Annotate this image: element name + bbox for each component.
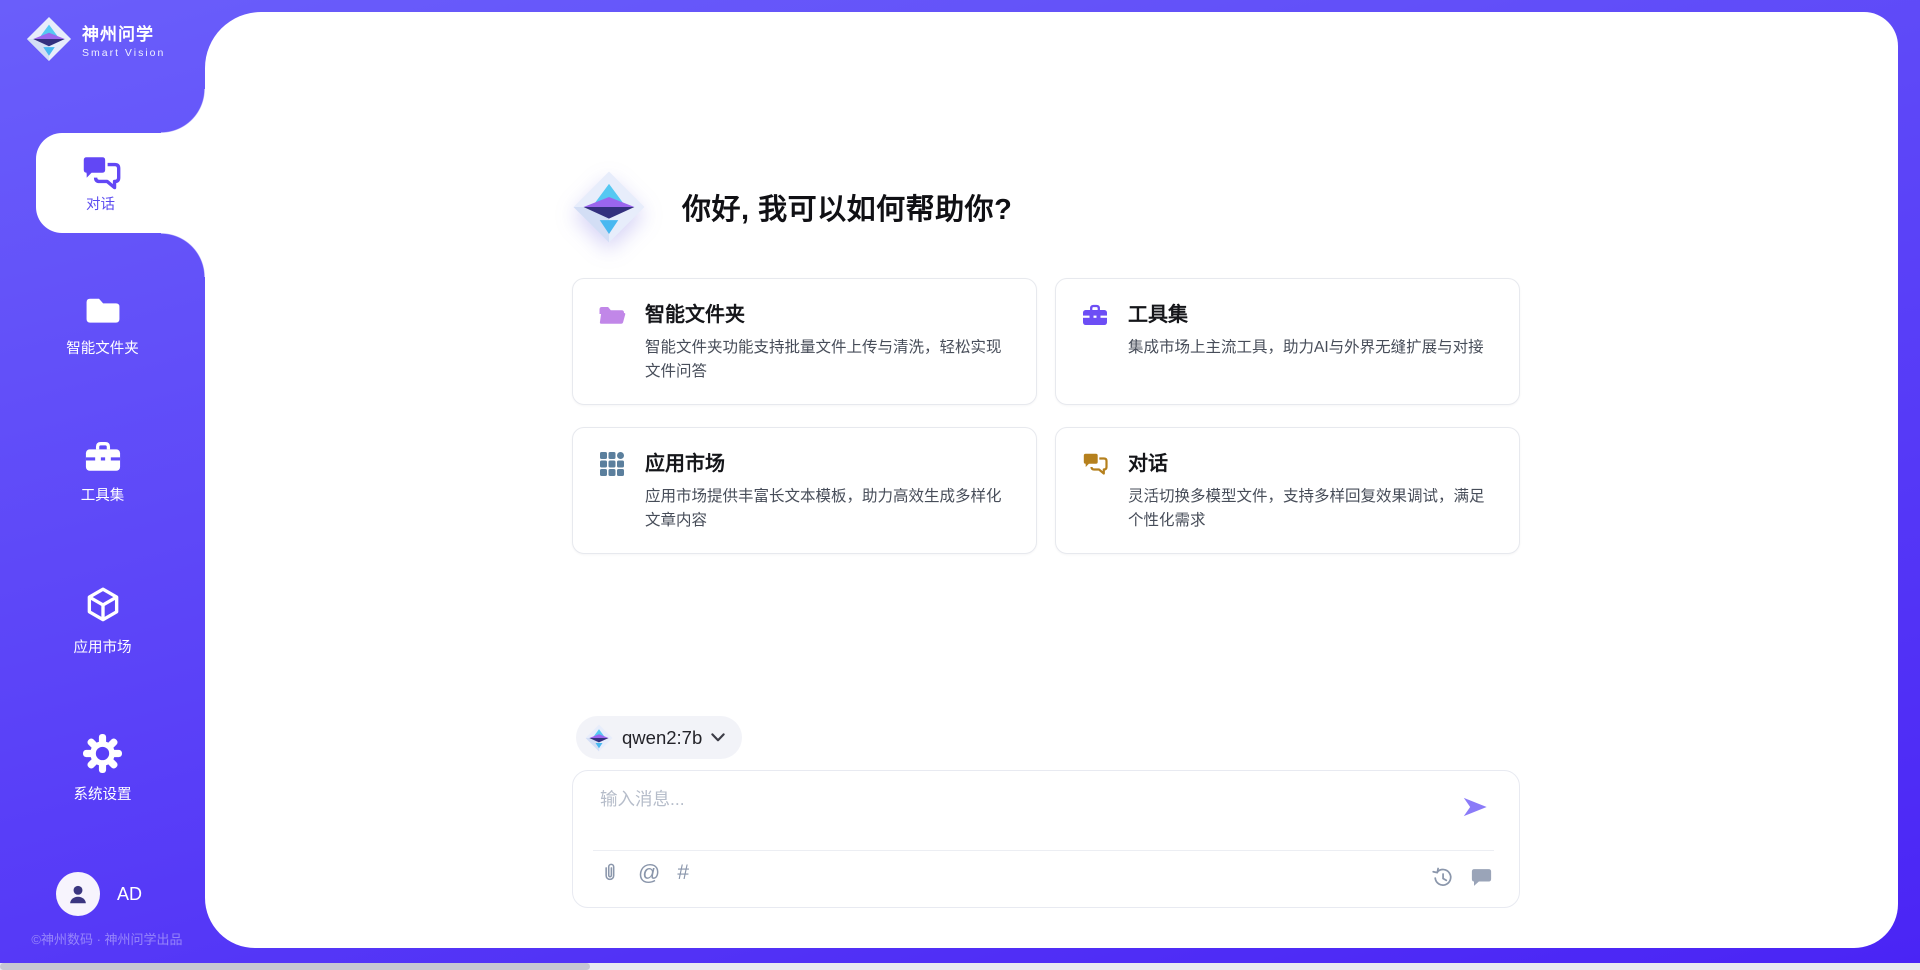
sidebar-item-label: 对话 — [86, 193, 115, 214]
composer-divider — [593, 850, 1494, 851]
toolbox-icon — [83, 438, 123, 475]
feature-cards: 智能文件夹 智能文件夹功能支持批量文件上传与清洗，轻松实现文件问答 工具集 集成… — [572, 278, 1520, 554]
brand: 神州问学 Smart Vision — [26, 16, 165, 62]
sidebar-item-label: 工具集 — [81, 484, 125, 505]
brand-logo-diamond-icon — [26, 16, 72, 62]
sidebar-item-chat[interactable]: 对话 — [36, 133, 205, 233]
brand-name: 神州问学 — [82, 20, 165, 45]
sidebar-item-label: 应用市场 — [74, 636, 132, 657]
message-input[interactable] — [593, 779, 1443, 841]
card-title: 智能文件夹 — [645, 298, 1011, 327]
model-name: qwen2:7b — [622, 727, 702, 749]
hash-icon[interactable]: # — [677, 862, 689, 883]
sidebar-item-label: 智能文件夹 — [66, 337, 139, 358]
card-toolset[interactable]: 工具集 集成市场上主流工具，助力AI与外界无缝扩展与对接 — [1055, 278, 1520, 405]
card-app-market[interactable]: 应用市场 应用市场提供丰富长文本模板，助力高效生成多样化文章内容 — [572, 427, 1037, 554]
card-description: 灵活切换多模型文件，支持多样回复效果调试，满足个性化需求 — [1128, 485, 1494, 534]
user-profile[interactable]: AD — [56, 872, 142, 916]
sidebar-item-label: 系统设置 — [74, 783, 132, 804]
main-panel: 你好, 我可以如何帮助你? 智能文件夹 智能文件夹功能支持批量文件上传与清洗，轻… — [205, 12, 1898, 948]
sidebar-item-tools[interactable]: 工具集 — [0, 438, 205, 505]
scrollbar-thumb[interactable] — [0, 963, 590, 970]
model-selector[interactable]: qwen2:7b — [576, 716, 742, 759]
send-icon[interactable] — [1461, 793, 1489, 821]
card-chat[interactable]: 对话 灵活切换多模型文件，支持多样回复效果调试，满足个性化需求 — [1055, 427, 1520, 554]
chat-bubbles-icon — [79, 153, 123, 193]
cube-icon — [82, 585, 124, 627]
history-icon[interactable] — [1431, 866, 1454, 889]
person-icon — [65, 881, 91, 907]
grid-icon — [598, 450, 626, 478]
folder-open-icon — [598, 301, 626, 329]
gear-icon — [82, 733, 123, 774]
card-title: 工具集 — [1128, 298, 1484, 327]
card-description: 智能文件夹功能支持批量文件上传与清洗，轻松实现文件问答 — [645, 336, 1011, 385]
message-icon[interactable] — [1469, 865, 1494, 889]
card-smart-folder[interactable]: 智能文件夹 智能文件夹功能支持批量文件上传与清洗，轻松实现文件问答 — [572, 278, 1037, 405]
sidebar-item-settings[interactable]: 系统设置 — [0, 733, 205, 804]
greeting-hero: 你好, 我可以如何帮助你? — [572, 162, 1012, 252]
card-title: 应用市场 — [645, 447, 1011, 476]
chevron-down-icon — [711, 733, 725, 742]
assistant-diamond-icon — [572, 170, 646, 244]
card-description: 集成市场上主流工具，助力AI与外界无缝扩展与对接 — [1128, 336, 1484, 360]
avatar — [56, 872, 100, 916]
sidebar-item-market[interactable]: 应用市场 — [0, 585, 205, 657]
chat-bubbles-icon — [1081, 450, 1109, 478]
folder-icon — [83, 292, 123, 328]
card-title: 对话 — [1128, 447, 1494, 476]
card-description: 应用市场提供丰富长文本模板，助力高效生成多样化文章内容 — [645, 485, 1011, 534]
paperclip-icon[interactable] — [599, 861, 621, 884]
model-diamond-icon — [585, 724, 613, 752]
greeting-title: 你好, 我可以如何帮助你? — [682, 186, 1012, 228]
user-name: AD — [117, 884, 142, 905]
brand-subtitle: Smart Vision — [82, 47, 165, 59]
horizontal-scrollbar[interactable] — [0, 963, 1920, 970]
sidebar-item-folders[interactable]: 智能文件夹 — [0, 292, 205, 358]
at-icon[interactable]: @ — [638, 862, 660, 884]
toolbox-icon — [1081, 301, 1109, 329]
copyright-footer: ©神州数码 · 神州问学出品 — [12, 929, 202, 948]
message-composer: @ # — [572, 770, 1520, 908]
